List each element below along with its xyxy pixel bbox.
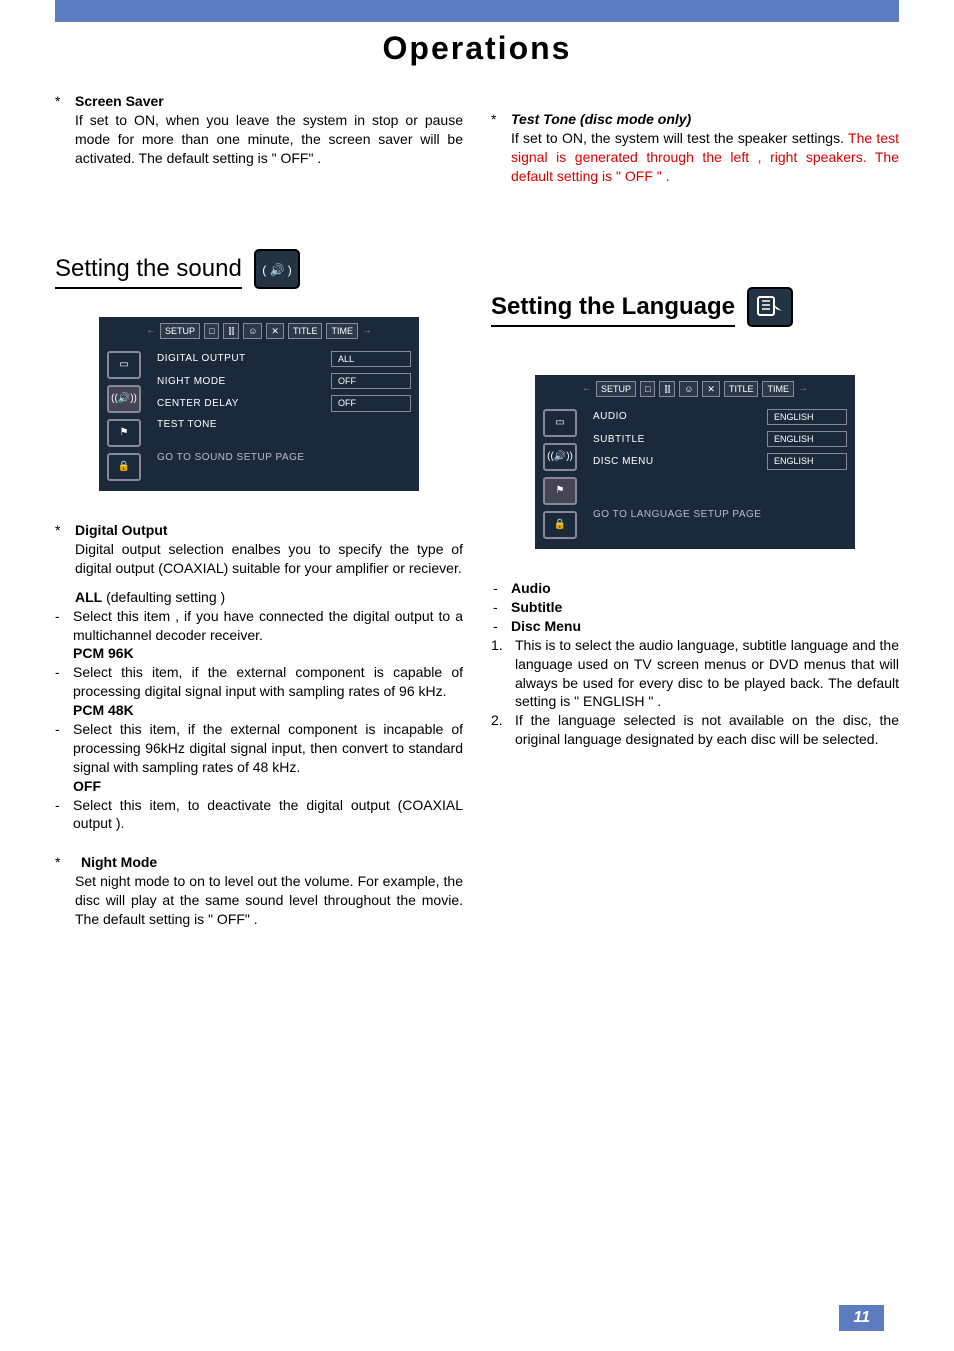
setting-sound-heading: Setting the sound (55, 253, 242, 289)
osd-tab: SETUP (160, 323, 200, 339)
night-mode-body: Set night mode to on to level out the vo… (75, 872, 463, 929)
osd-label: DIGITAL OUTPUT (157, 352, 331, 366)
osd-value: OFF (331, 395, 411, 411)
osd-tab: ☺ (679, 381, 698, 397)
off-label: OFF (73, 777, 463, 796)
speaker-icon: ((🔊)) (543, 443, 577, 471)
page-number: 11 (839, 1305, 884, 1331)
dash-bullet: - (55, 796, 73, 834)
dash-bullet: - (55, 607, 73, 664)
dash-bullet: - (55, 663, 73, 720)
osd-value: ENGLISH (767, 453, 847, 469)
all-label: ALL (75, 589, 102, 605)
pcm48-label: PCM 48K (73, 701, 463, 720)
bullet-star: * (55, 92, 75, 168)
header-bar (55, 0, 899, 22)
test-tone-heading: Test Tone (disc mode only) (511, 110, 899, 129)
arrow-right-icon: → (362, 324, 372, 338)
osd-value: ENGLISH (767, 409, 847, 425)
test-tone-body: If set to ON, the system will test the s… (511, 129, 899, 186)
bullet-star: * (491, 110, 511, 186)
pcm48-body: Select this item, if the external compon… (73, 721, 463, 775)
osd-value: ALL (331, 351, 411, 367)
page-title: Operations (0, 30, 954, 67)
pcm96-label: PCM 96K (73, 644, 463, 663)
language-icon (747, 287, 793, 327)
lang-icon: ⚑ (543, 477, 577, 505)
digital-output-intro: Digital output selection enalbes you to … (75, 540, 463, 578)
bullet-star: * (55, 853, 75, 929)
osd-label: CENTER DELAY (157, 397, 331, 411)
list-audio: Audio (511, 579, 551, 598)
setting-language-heading: Setting the Language (491, 291, 735, 327)
svg-text:((( 🔊 ))): ((( 🔊 ))) (262, 262, 292, 277)
osd-label: NIGHT MODE (157, 375, 331, 389)
lang-note-1: This is to select the audio language, su… (515, 636, 899, 712)
osd-tab: SETUP (596, 381, 636, 397)
osd-label: AUDIO (593, 410, 767, 424)
lock-icon: 🔒 (543, 511, 577, 539)
right-column: * Test Tone (disc mode only) If set to O… (491, 92, 899, 929)
arrow-left-icon: ← (146, 324, 156, 338)
osd-tab: ☺ (243, 323, 262, 339)
dash-bullet: - (493, 617, 511, 636)
osd-footer: GO TO SOUND SETUP PAGE (157, 451, 411, 465)
osd-tab: ⫿⫿ (223, 323, 239, 339)
list-discmenu: Disc Menu (511, 617, 581, 636)
dash-bullet: - (493, 598, 511, 617)
screen-saver-heading: Screen Saver (75, 92, 463, 111)
osd-tabs: ← SETUP □ ⫿⫿ ☺ ✕ TITLE TIME → (99, 317, 419, 345)
list-subtitle: Subtitle (511, 598, 562, 617)
osd-tab: TITLE (288, 323, 323, 339)
osd-tab: □ (204, 323, 219, 339)
dash-bullet: - (493, 579, 511, 598)
lang-icon: ⚑ (107, 419, 141, 447)
sound-osd: ← SETUP □ ⫿⫿ ☺ ✕ TITLE TIME → ▭ ((🔊)) ⚑ … (99, 317, 419, 491)
osd-tab: □ (640, 381, 655, 397)
off-body: Select this item, to deactivate the digi… (73, 796, 463, 834)
lock-icon: 🔒 (107, 453, 141, 481)
dash-bullet: - (55, 720, 73, 796)
osd-tab: TITLE (724, 381, 759, 397)
osd-tab: TIME (762, 381, 794, 397)
osd-value: ENGLISH (767, 431, 847, 447)
left-column: * Screen Saver If set to ON, when you le… (55, 92, 463, 929)
digital-output-heading: Digital Output (75, 521, 463, 540)
osd-value: OFF (331, 373, 411, 389)
night-mode-heading: Night Mode (75, 853, 463, 872)
speaker-icon: ((( 🔊 ))) (254, 249, 300, 289)
osd-label: SUBTITLE (593, 433, 767, 447)
osd-tab: TIME (326, 323, 358, 339)
tv-icon: ▭ (543, 409, 577, 437)
num-bullet: 2. (491, 711, 515, 749)
arrow-right-icon: → (798, 382, 808, 396)
lang-note-2: If the language selected is not availabl… (515, 711, 899, 749)
screen-saver-body: If set to ON, when you leave the system … (75, 111, 463, 168)
osd-footer: GO TO LANGUAGE SETUP PAGE (593, 508, 847, 522)
osd-label: DISC MENU (593, 455, 767, 469)
osd-tab: ✕ (702, 381, 720, 397)
osd-tabs: ← SETUP □ ⫿⫿ ☺ ✕ TITLE TIME → (535, 375, 855, 403)
pcm96-body: Select this item, if the external compon… (73, 664, 463, 699)
speaker-icon: ((🔊)) (107, 385, 141, 413)
num-bullet: 1. (491, 636, 515, 712)
osd-tab: ✕ (266, 323, 284, 339)
tv-icon: ▭ (107, 351, 141, 379)
language-osd: ← SETUP □ ⫿⫿ ☺ ✕ TITLE TIME → ▭ ((🔊)) ⚑ … (535, 375, 855, 549)
all-suffix: (defaulting setting ) (102, 589, 225, 605)
bullet-star: * (55, 521, 75, 607)
arrow-left-icon: ← (582, 382, 592, 396)
osd-label: TEST TONE (157, 418, 411, 432)
all-body: Select this item , if you have connected… (73, 608, 463, 643)
osd-tab: ⫿⫿ (659, 381, 675, 397)
